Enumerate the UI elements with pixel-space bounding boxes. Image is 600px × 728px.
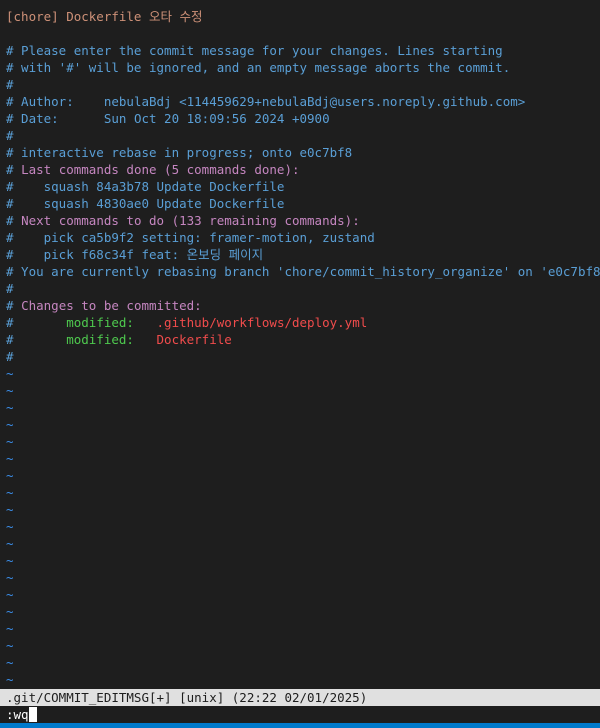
squash-command-line: # squash 84a3b78 Update Dockerfile [6, 179, 285, 194]
modified-label: modified: [66, 332, 157, 347]
empty-line-tilde: ~ [6, 553, 14, 568]
cursor-block [28, 707, 37, 722]
comment-hash: # [6, 213, 22, 228]
last-commands-label: Last commands done (5 commands done): [21, 162, 300, 177]
empty-line-tilde: ~ [6, 468, 14, 483]
pick-command-line: # pick f68c34f feat: 온보딩 페이지 [6, 247, 264, 262]
modified-file-name: .github/workflows/deploy.yml [156, 315, 368, 330]
author-line: # Author: nebulaBdj <114459629+nebulaBdj… [0, 93, 600, 110]
empty-line-tilde: ~ [6, 587, 14, 602]
modified-label: modified: [66, 315, 157, 330]
empty-line-tilde: ~ [6, 400, 14, 415]
next-commands-line: # Next commands to do (133 remaining com… [0, 212, 600, 229]
comment-hash: # [6, 162, 22, 177]
comment-line: # [6, 349, 14, 364]
comment-line: # Please enter the commit message for yo… [6, 43, 503, 58]
author-label: # Author: [6, 94, 104, 109]
changes-label: Changes to be committed: [21, 298, 202, 313]
rebase-status-line: # interactive rebase in progress; onto e… [6, 145, 353, 160]
modified-file-name: Dockerfile [156, 332, 232, 347]
squash-command-line: # squash 4830ae0 Update Dockerfile [6, 196, 285, 211]
comment-hash: # [6, 332, 67, 347]
empty-line-tilde: ~ [6, 570, 14, 585]
empty-line-tilde: ~ [6, 519, 14, 534]
next-commands-label: Next commands to do (133 remaining comma… [21, 213, 360, 228]
vim-editor-buffer[interactable]: [chore] Dockerfile 오타 수정 # Please enter … [0, 0, 600, 686]
author-value: nebulaBdj <114459629+nebulaBdj@users.nor… [103, 94, 526, 109]
modified-file-line: # modified: Dockerfile [0, 331, 600, 348]
empty-line-tilde: ~ [6, 434, 14, 449]
empty-line-tilde: ~ [6, 502, 14, 517]
comment-line: # [6, 281, 14, 296]
empty-line-tilde: ~ [6, 485, 14, 500]
terminal-bottom-bar [0, 723, 600, 728]
vim-status-line: .git/COMMIT_EDITMSG[+] [unix] (22:22 02/… [0, 689, 600, 706]
rebasing-branch-line: # You are currently rebasing branch 'cho… [6, 264, 600, 279]
empty-line-tilde: ~ [6, 604, 14, 619]
empty-line-tilde: ~ [6, 383, 14, 398]
vim-command-line[interactable]: :wq [0, 706, 600, 723]
comment-line: # [6, 77, 14, 92]
commit-subject-line[interactable]: [chore] Dockerfile 오타 수정 [0, 8, 600, 25]
empty-line-tilde: ~ [6, 366, 14, 381]
empty-line-tilde: ~ [6, 621, 14, 636]
comment-hash: # [6, 315, 67, 330]
last-commands-line: # Last commands done (5 commands done): [0, 161, 600, 178]
empty-line-tilde: ~ [6, 655, 14, 670]
empty-line-tilde: ~ [6, 417, 14, 432]
empty-line-tilde: ~ [6, 672, 14, 686]
command-text: :wq [6, 707, 29, 722]
comment-line: # [6, 128, 14, 143]
empty-line-tilde: ~ [6, 638, 14, 653]
modified-file-line: # modified: .github/workflows/deploy.yml [0, 314, 600, 331]
date-line: # Date: Sun Oct 20 18:09:56 2024 +0900 [0, 110, 600, 127]
date-value: Sun Oct 20 18:09:56 2024 +0900 [103, 111, 330, 126]
comment-line: # with '#' will be ignored, and an empty… [6, 60, 511, 75]
date-label: # Date: [6, 111, 104, 126]
pick-command-line: # pick ca5b9f2 setting: framer-motion, z… [6, 230, 375, 245]
changes-header-line: # Changes to be committed: [0, 297, 600, 314]
comment-hash: # [6, 298, 22, 313]
empty-line-tilde: ~ [6, 536, 14, 551]
empty-line-tilde: ~ [6, 451, 14, 466]
